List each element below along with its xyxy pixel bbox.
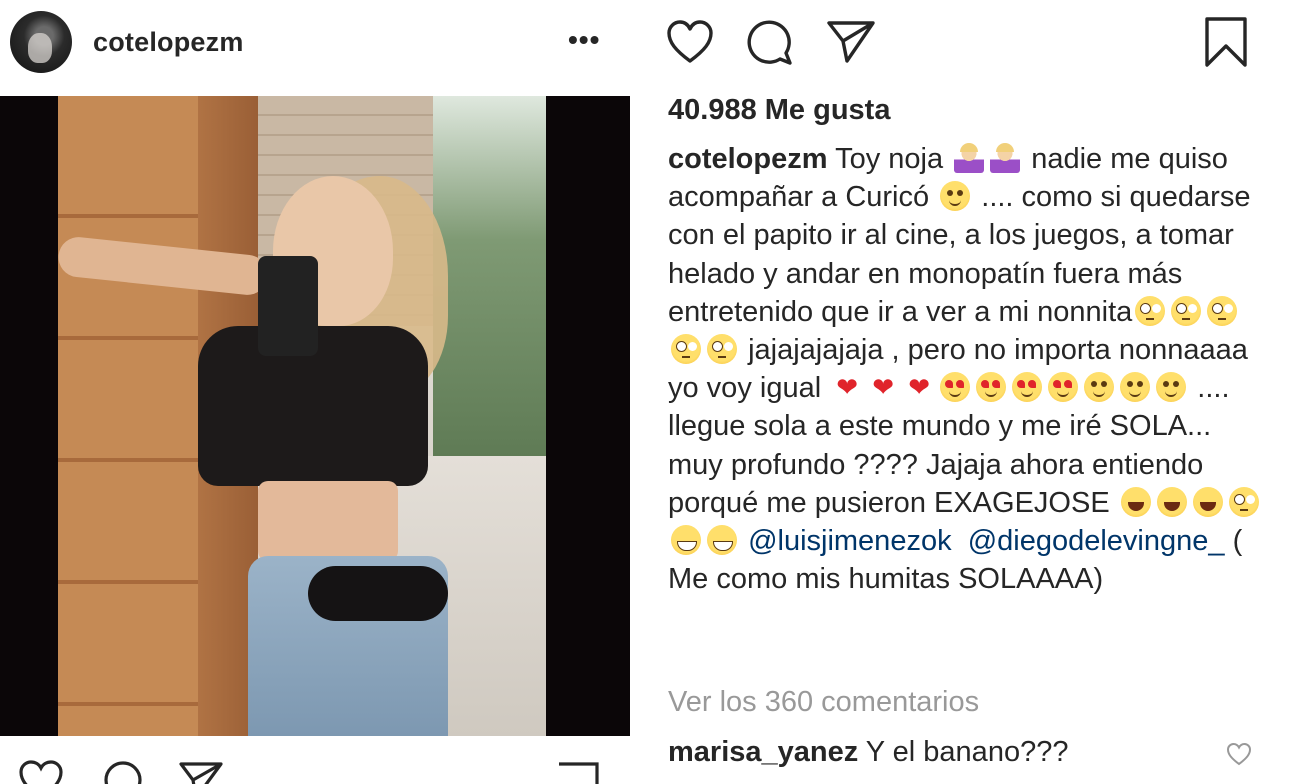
comment-row: marisa_yanez Y el banano??? bbox=[668, 736, 1068, 769]
mention-link[interactable]: @diegodelevingne_ bbox=[968, 525, 1225, 557]
caption-text-1: Toy noja bbox=[835, 143, 944, 175]
face-with-tears-of-joy-icon bbox=[1120, 486, 1151, 517]
comment-like-heart-icon[interactable] bbox=[1226, 742, 1252, 766]
face-with-rolling-eyes-icon bbox=[1171, 295, 1202, 326]
avatar[interactable] bbox=[10, 11, 72, 73]
smiling-face-icon bbox=[1156, 372, 1187, 403]
comment-icon[interactable] bbox=[100, 760, 146, 784]
face-with-rolling-eyes-icon bbox=[1228, 486, 1259, 517]
smiling-face-icon bbox=[1084, 372, 1115, 403]
face-with-tears-of-joy-icon bbox=[1156, 486, 1187, 517]
face-with-rolling-eyes-icon bbox=[707, 334, 737, 365]
view-all-comments-link[interactable]: Ver los 360 comentarios bbox=[668, 686, 979, 719]
post-header: cotelopezm ••• bbox=[0, 0, 630, 92]
likes-count[interactable]: 40.988 Me gusta bbox=[668, 94, 890, 127]
grinning-face-icon bbox=[707, 525, 737, 556]
person-gesturing-ok-icon bbox=[990, 143, 1021, 173]
smiling-face-with-heart-eyes-icon bbox=[1012, 372, 1043, 403]
share-icon[interactable] bbox=[178, 760, 224, 784]
face-with-rolling-eyes-icon bbox=[1135, 295, 1166, 326]
face-with-rolling-eyes-icon bbox=[1207, 295, 1238, 326]
post-details-column: 40.988 Me gusta cotelopezm Toy noja nadi… bbox=[630, 0, 1314, 784]
heart-icon[interactable] bbox=[666, 20, 714, 64]
red-heart-icon bbox=[904, 369, 934, 407]
red-heart-icon bbox=[868, 369, 898, 407]
comment-username[interactable]: marisa_yanez bbox=[668, 736, 858, 768]
partial-action-bar bbox=[0, 752, 630, 784]
face-with-tears-of-joy-icon bbox=[1192, 486, 1223, 517]
share-icon[interactable] bbox=[826, 20, 876, 64]
grinning-face-icon bbox=[671, 525, 701, 556]
smiling-face-with-heart-eyes-icon bbox=[940, 372, 971, 403]
more-options-icon[interactable]: ••• bbox=[568, 26, 600, 54]
photo-content bbox=[58, 96, 546, 736]
bookmark-icon[interactable] bbox=[556, 760, 600, 784]
bookmark-icon[interactable] bbox=[1204, 16, 1248, 68]
comment-text: Y el banano??? bbox=[865, 736, 1069, 768]
smiling-face-icon bbox=[1120, 372, 1151, 403]
caption-username[interactable]: cotelopezm bbox=[668, 143, 828, 175]
smiling-face-with-heart-eyes-icon bbox=[976, 372, 1007, 403]
comment-icon[interactable] bbox=[746, 20, 794, 66]
person-gesturing-no-icon bbox=[954, 143, 985, 173]
smiling-face-with-heart-eyes-icon bbox=[1048, 372, 1079, 403]
mention-link[interactable]: @luisjimenezok bbox=[748, 525, 952, 557]
unamused-face-icon bbox=[940, 181, 971, 212]
heart-icon[interactable] bbox=[18, 760, 64, 784]
face-with-rolling-eyes-icon bbox=[671, 334, 701, 365]
post-media-column: cotelopezm ••• bbox=[0, 0, 630, 784]
post-photo[interactable] bbox=[0, 96, 630, 736]
post-caption: cotelopezm Toy noja nadie me quiso acomp… bbox=[668, 140, 1268, 598]
red-heart-icon bbox=[832, 369, 862, 407]
post-author-username[interactable]: cotelopezm bbox=[93, 27, 244, 58]
